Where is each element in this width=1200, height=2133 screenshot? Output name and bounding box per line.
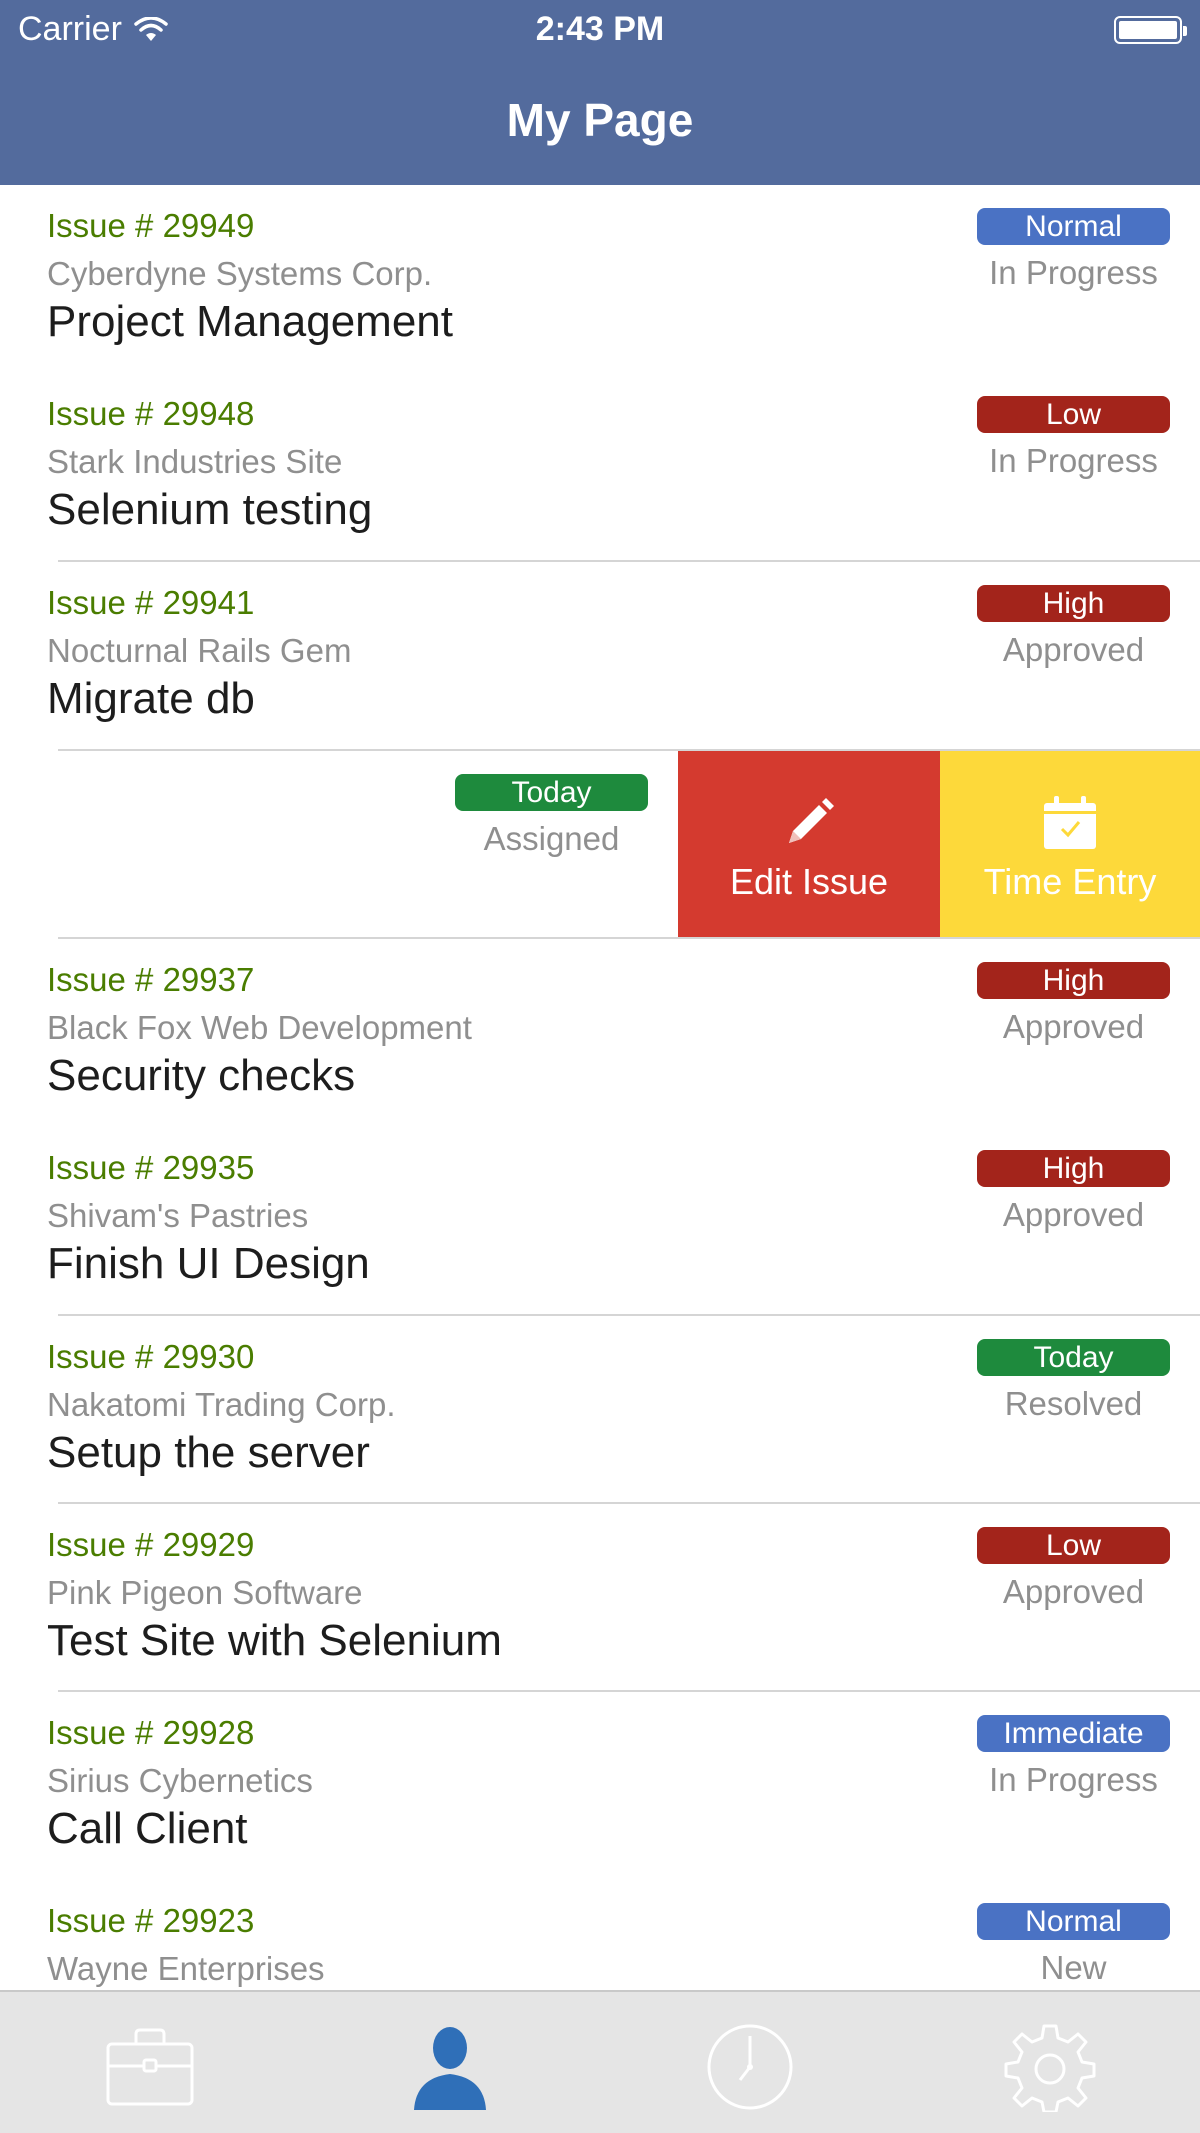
issue-number: Issue # 29930 [47, 1338, 255, 1375]
issue-status: Approved [1002, 1573, 1145, 1610]
clock-time: 2:43 PM [535, 10, 665, 48]
priority-badge: Today [977, 1339, 1170, 1376]
edit-issue-button[interactable]: Edit Issue [678, 751, 940, 939]
issue-row[interactable]: Issue # 29929 Pink Pigeon Software Test … [0, 1504, 1200, 1692]
issue-status: Approved [1002, 1008, 1145, 1045]
issue-number: Issue # 29941 [47, 584, 255, 621]
issue-number: Issue # 29937 [47, 961, 255, 998]
issue-number: Issue # 29949 [47, 207, 255, 244]
priority-badge: Normal [977, 1903, 1170, 1940]
issue-number: Issue # 29923 [47, 1902, 255, 1939]
issue-status: Approved [1002, 1196, 1145, 1233]
issue-row[interactable]: Issue # 29930 Nakatomi Trading Corp. Set… [0, 1316, 1200, 1504]
tab-my-page[interactable] [400, 2022, 500, 2112]
issue-row[interactable]: Issue # 29949 Cyberdyne Systems Corp. Pr… [0, 185, 1200, 373]
navigation-header: Carrier 2:43 PM My Page [0, 0, 1200, 185]
issue-row[interactable]: Issue # 29941 Nocturnal Rails Gem Migrat… [0, 562, 1200, 750]
issue-subject: Selenium testing [47, 485, 373, 534]
issue-project: Stark Industries Site [47, 443, 343, 480]
issue-number: Issue # 29948 [47, 395, 255, 432]
issue-status: In Progress [989, 442, 1158, 479]
issue-list[interactable]: Issue # 29949 Cyberdyne Systems Corp. Pr… [0, 185, 1200, 1990]
priority-badge: Today [455, 774, 648, 811]
issue-status: Assigned [483, 820, 620, 857]
issue-subject: Test Site with Selenium [47, 1616, 502, 1665]
issue-status: New [1040, 1949, 1107, 1986]
issue-subject: Finish UI Design [47, 1239, 370, 1288]
issue-row[interactable]: Issue # 29928 Sirius Cybernetics Call Cl… [0, 1692, 1200, 1880]
issue-subject: Setup the server [47, 1428, 370, 1477]
briefcase-icon [106, 2028, 194, 2106]
clock-icon [707, 2024, 793, 2110]
issue-subject: Migrate db [47, 674, 255, 723]
issue-project: Cyberdyne Systems Corp. [47, 255, 433, 292]
priority-badge: Low [977, 1527, 1170, 1564]
issue-project: Nocturnal Rails Gem [47, 632, 352, 669]
issue-project: Pink Pigeon Software [47, 1574, 363, 1611]
tab-bar [0, 1990, 1200, 2133]
issue-project: Black Fox Web Development [47, 1009, 472, 1046]
tab-settings[interactable] [1000, 2022, 1100, 2114]
swiped-issue-row[interactable]: Today Assigned Edit Issue Time Entry [0, 751, 1200, 939]
page-title: My Page [506, 94, 694, 146]
issue-row[interactable]: Issue # 29948 Stark Industries Site Sele… [0, 373, 1200, 561]
issue-subject: Security checks [47, 1051, 356, 1100]
pencil-icon [789, 798, 834, 843]
issue-number: Issue # 29935 [47, 1149, 255, 1186]
issue-row[interactable]: Issue # 29923 Wayne Enterprises Normal N… [0, 1880, 1200, 1990]
issue-row[interactable]: Issue # 29937 Black Fox Web Development … [0, 939, 1200, 1127]
priority-badge: High [977, 962, 1170, 999]
issue-number: Issue # 29928 [47, 1714, 255, 1751]
issue-row[interactable]: Issue # 29935 Shivam's Pastries Finish U… [0, 1127, 1200, 1315]
status-bar: Carrier 2:43 PM [0, 0, 1200, 60]
priority-badge: High [977, 585, 1170, 622]
calendar-check-icon [1044, 796, 1096, 849]
person-icon [414, 2027, 486, 2110]
issue-project: Sirius Cybernetics [47, 1762, 313, 1799]
issue-status: In Progress [989, 1761, 1158, 1798]
issue-project: Nakatomi Trading Corp. [47, 1386, 396, 1423]
time-entry-label: Time Entry [983, 861, 1157, 902]
priority-badge: Normal [977, 208, 1170, 245]
issue-project: Shivam's Pastries [47, 1197, 309, 1234]
issue-project: Wayne Enterprises [47, 1950, 325, 1987]
tab-projects[interactable] [100, 2022, 200, 2112]
issue-subject: Call Client [47, 1804, 248, 1853]
priority-badge: High [977, 1150, 1170, 1187]
issue-status: In Progress [989, 254, 1158, 291]
priority-badge: Immediate [977, 1715, 1170, 1752]
tab-time[interactable] [700, 2022, 800, 2112]
time-entry-button[interactable]: Time Entry [940, 751, 1200, 939]
battery-icon [1114, 16, 1187, 44]
issue-status: Resolved [1004, 1385, 1143, 1422]
gear-icon [1004, 2024, 1096, 2114]
issue-number: Issue # 29929 [47, 1526, 255, 1563]
priority-badge: Low [977, 396, 1170, 433]
issue-status: Approved [1002, 631, 1145, 668]
edit-issue-label: Edit Issue [729, 861, 889, 902]
issue-subject: Project Management [47, 297, 453, 346]
